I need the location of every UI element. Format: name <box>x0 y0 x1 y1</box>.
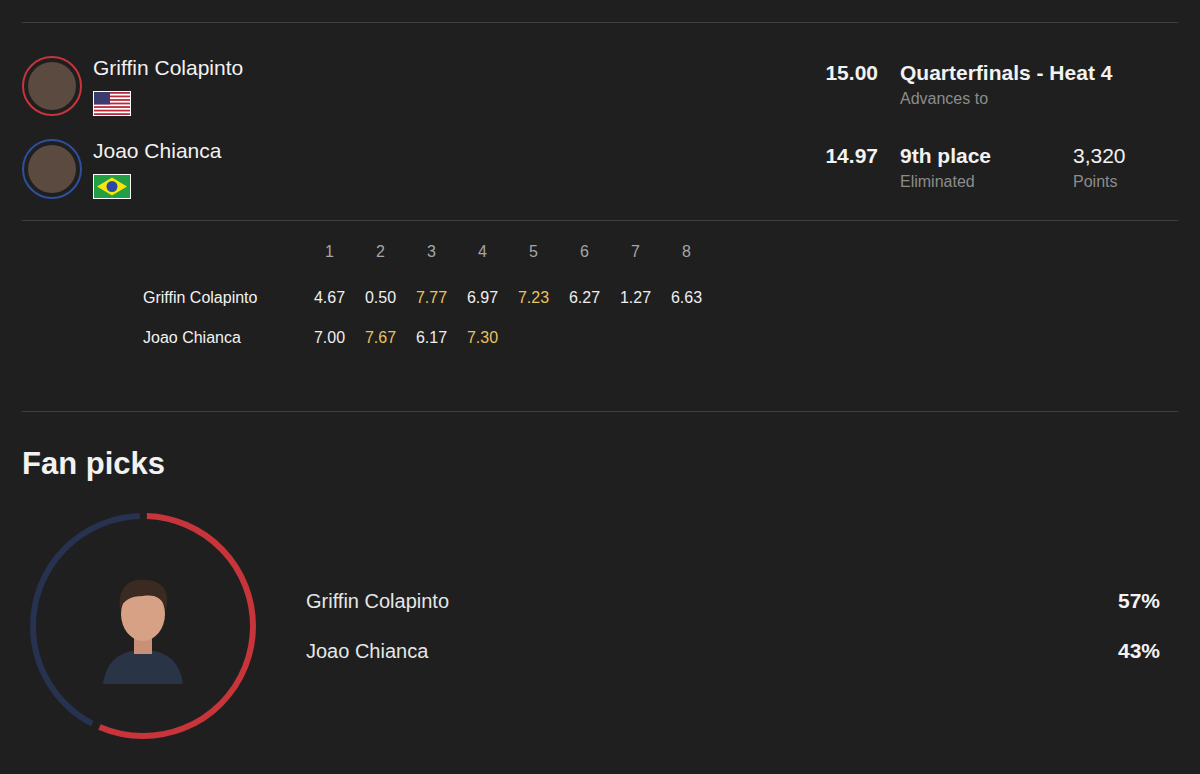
athlete-photo <box>28 62 76 110</box>
heat-result: Quarterfinals - Heat 4Advances to <box>900 60 1073 109</box>
wave-number: 7 <box>610 243 661 261</box>
wave-score: 7.67 <box>355 329 406 347</box>
athlete-name: Griffin Colapinto <box>143 289 304 307</box>
heat-result-page: Griffin Colapinto15.00Quarterfinals - He… <box>0 0 1200 774</box>
athlete-name: Griffin Colapinto <box>93 55 788 81</box>
athlete-name: Joao Chianca <box>143 329 304 347</box>
wave-number: 6 <box>559 243 610 261</box>
wave-number: 8 <box>661 243 712 261</box>
wave-score: 6.27 <box>559 289 610 307</box>
athlete-name: Joao Chianca <box>93 138 788 164</box>
athlete-photo <box>93 566 193 686</box>
athlete-row[interactable]: Griffin Colapinto15.00Quarterfinals - He… <box>22 55 1178 117</box>
heat-score: 15.00 <box>788 60 900 86</box>
fan-picks-donut <box>27 510 259 742</box>
fan-pick-name: Griffin Colapinto <box>306 590 449 613</box>
wave-number: 1 <box>304 243 355 261</box>
wave-row: Joao Chianca7.007.676.177.30 <box>143 326 1178 350</box>
fan-pick-row[interactable]: Joao Chianca 43% <box>306 636 1160 666</box>
wave-number: 4 <box>457 243 508 261</box>
athlete-avatar <box>22 139 82 199</box>
wave-score: 6.97 <box>457 289 508 307</box>
wave-table: 12345678 Griffin Colapinto4.670.507.776.9… <box>22 240 1178 350</box>
heat-score: 14.97 <box>788 143 900 169</box>
wave-number: 3 <box>406 243 457 261</box>
points: 3,320Points <box>1073 143 1178 192</box>
athlete-row[interactable]: Joao Chianca14.979th placeEliminated3,32… <box>22 138 1178 200</box>
wave-score: 7.00 <box>304 329 355 347</box>
athlete-photo <box>28 145 76 193</box>
fan-picks-title: Fan picks <box>22 444 1178 484</box>
wave-score: 1.27 <box>610 289 661 307</box>
heat-result: 9th placeEliminated <box>900 143 1073 192</box>
donut-segment <box>33 516 253 736</box>
wave-scores: 12345678 Griffin Colapinto4.670.507.776.9… <box>22 220 1178 411</box>
wave-row: Griffin Colapinto4.670.507.776.977.236.2… <box>143 286 1178 310</box>
wave-score: 4.67 <box>304 289 355 307</box>
wave-header-row: 12345678 <box>143 240 1178 264</box>
fan-picks-list: Griffin Colapinto 57% Joao Chianca 43% <box>306 586 1160 666</box>
wave-number: 2 <box>355 243 406 261</box>
fan-pick-name: Joao Chianca <box>306 640 428 663</box>
wave-score: 0.50 <box>355 289 406 307</box>
heat-summary: Griffin Colapinto15.00Quarterfinals - He… <box>22 22 1178 220</box>
wave-score: 6.63 <box>661 289 712 307</box>
usa-flag-icon <box>93 91 131 116</box>
wave-score: 7.23 <box>508 289 559 307</box>
fan-pick-row[interactable]: Griffin Colapinto 57% <box>306 586 1160 616</box>
fan-picks: Fan picks Griffin Colapinto 57% Joao Chianc… <box>22 411 1178 762</box>
wave-number: 5 <box>508 243 559 261</box>
donut-segment <box>33 516 253 736</box>
brazil-flag-icon <box>93 174 131 199</box>
wave-score: 7.30 <box>457 329 508 347</box>
fan-pick-percent: 43% <box>1118 639 1160 663</box>
athlete-avatar <box>22 56 82 116</box>
wave-score: 7.77 <box>406 289 457 307</box>
fan-pick-percent: 57% <box>1118 589 1160 613</box>
wave-score: 6.17 <box>406 329 457 347</box>
